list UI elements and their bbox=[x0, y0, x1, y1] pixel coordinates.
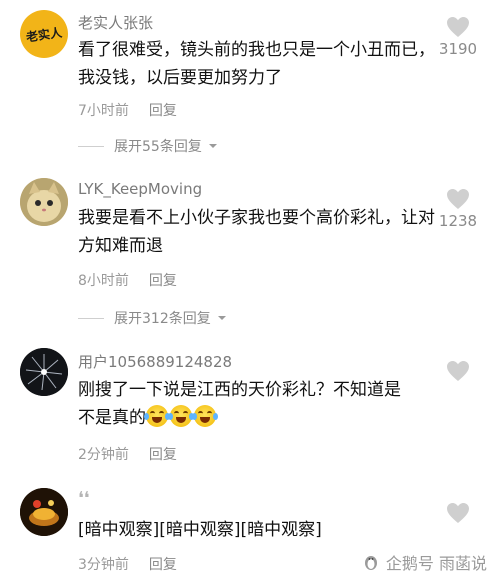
avatar-text: 老实人 bbox=[25, 25, 63, 44]
cat-avatar-image bbox=[20, 178, 68, 226]
expand-replies-label: 展开312条回复 bbox=[114, 311, 211, 327]
penguin-logo-icon bbox=[364, 556, 377, 570]
quote-icon: ❛❛ bbox=[78, 488, 90, 509]
like-count: 1238 bbox=[438, 212, 478, 230]
comment-meta: 7小时前 回复 bbox=[78, 100, 177, 120]
comment-text-line-1: 刚搜了一下说是江西的天价彩礼？不知道是 bbox=[78, 380, 401, 400]
avatar[interactable] bbox=[20, 488, 68, 536]
laugh-cry-emoji-icon bbox=[144, 405, 170, 427]
like-button[interactable] bbox=[433, 502, 483, 524]
watermark: 企鹅号 雨菡说 bbox=[362, 550, 487, 574]
like-button[interactable]: 3190 bbox=[433, 16, 483, 58]
username[interactable]: 老实人张张 bbox=[78, 12, 153, 33]
heart-icon bbox=[447, 17, 469, 37]
like-button[interactable]: 1238 bbox=[433, 188, 483, 230]
expand-replies-label: 展开55条回复 bbox=[114, 139, 202, 155]
heart-icon bbox=[447, 503, 469, 523]
timestamp: 8小时前 bbox=[78, 273, 129, 289]
timestamp: 3分钟前 bbox=[78, 557, 129, 573]
comment-text: [暗中观察][暗中观察][暗中观察] bbox=[78, 520, 322, 540]
laugh-cry-emoji-icon bbox=[192, 405, 218, 427]
chevron-down-icon bbox=[208, 143, 217, 148]
divider-line bbox=[78, 145, 104, 147]
reply-button[interactable]: 回复 bbox=[149, 447, 177, 463]
heart-icon bbox=[447, 189, 469, 209]
comment-text-line-2-text: 不是真的 bbox=[78, 408, 146, 428]
expand-replies[interactable]: 展开55条回复 bbox=[78, 136, 218, 156]
firework-avatar-image bbox=[20, 348, 68, 396]
reply-button[interactable]: 回复 bbox=[149, 103, 177, 119]
comment-meta: 3分钟前 回复 bbox=[78, 554, 177, 574]
comment-text: 我要是看不上小伙子家我也要个高价彩礼，让对方知难而退 bbox=[78, 208, 435, 256]
gold-avatar-image bbox=[20, 488, 68, 536]
comment-meta: 8小时前 回复 bbox=[78, 270, 177, 290]
timestamp: 7小时前 bbox=[78, 103, 129, 119]
comment-meta: 2分钟前 回复 bbox=[78, 444, 177, 464]
laugh-cry-emoji-icon bbox=[168, 405, 194, 427]
username[interactable]: 用户1056889124828 bbox=[78, 351, 232, 372]
watermark-text: 企鹅号 雨菡说 bbox=[385, 554, 487, 573]
chevron-down-icon bbox=[217, 315, 226, 320]
comment-text: 刚搜了一下说是江西的天价彩礼？不知道是 不是真的 bbox=[78, 376, 448, 432]
comment-text: 看了很难受，镜头前的我也只是一个小丑而已，我没钱，以后要更加努力了 bbox=[78, 40, 435, 88]
like-button[interactable] bbox=[433, 360, 483, 382]
avatar[interactable] bbox=[20, 178, 68, 226]
expand-replies[interactable]: 展开312条回复 bbox=[78, 308, 227, 328]
reply-button[interactable]: 回复 bbox=[149, 557, 177, 573]
username[interactable]: LYK_KeepMoving bbox=[78, 180, 202, 198]
heart-icon bbox=[447, 361, 469, 381]
like-count: 3190 bbox=[438, 40, 478, 58]
divider-line bbox=[78, 317, 104, 319]
comment-text-line-2: 不是真的 bbox=[78, 404, 448, 432]
reply-button[interactable]: 回复 bbox=[149, 273, 177, 289]
timestamp: 2分钟前 bbox=[78, 447, 129, 463]
avatar[interactable]: 老实人 bbox=[20, 10, 68, 58]
avatar[interactable] bbox=[20, 348, 68, 396]
